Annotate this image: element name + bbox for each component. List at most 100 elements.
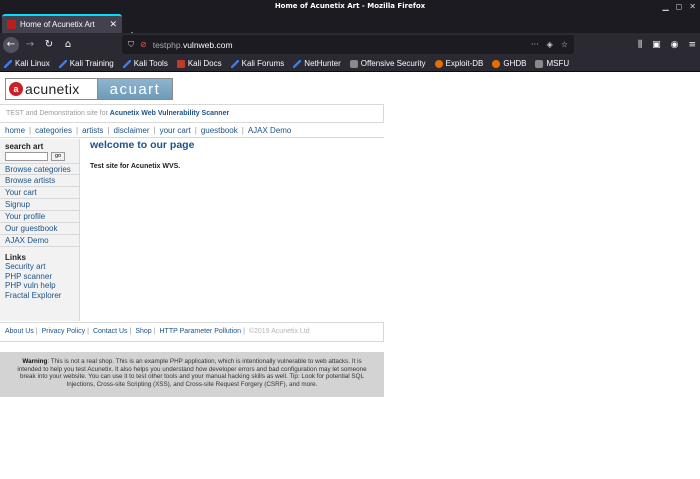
favicon-icon	[7, 20, 16, 29]
acuart-logo: acuart	[98, 79, 172, 99]
footer-shop[interactable]: Shop	[135, 328, 151, 335]
bookmark-kali-docs[interactable]: Kali Docs	[176, 59, 222, 68]
page-actions-icon[interactable]: ···	[531, 40, 539, 49]
sidebar-ajax-demo[interactable]: AJAX Demo	[0, 235, 79, 247]
footer-contact-us[interactable]: Contact Us	[93, 328, 128, 335]
link-php-scanner[interactable]: PHP scanner	[0, 272, 79, 282]
menu-ajax-demo[interactable]: AJAX Demo	[248, 126, 296, 135]
menu-your-cart[interactable]: your cart	[160, 126, 195, 135]
link-fractal-explorer[interactable]: Fractal Explorer	[0, 291, 79, 301]
url-text[interactable]: testphp.vulnweb.com	[153, 40, 531, 50]
acuart-logo-text: acuart	[109, 80, 161, 98]
sidebar-browse-artists[interactable]: Browse artists	[0, 175, 79, 187]
page-subtitle: Test site for Acunetix WVS.	[90, 163, 181, 170]
hamburger-menu-icon[interactable]: ≡	[688, 40, 696, 50]
kali-dragon-icon	[58, 59, 67, 68]
bookmark-kali-training[interactable]: Kali Training	[58, 59, 114, 68]
sidebar-toggle-icon[interactable]: ▣	[652, 40, 661, 50]
forward-button[interactable]: →	[22, 37, 38, 53]
sidebar-your-profile[interactable]: Your profile	[0, 211, 79, 223]
back-button[interactable]: ←	[3, 36, 19, 53]
offsec-icon	[535, 59, 544, 68]
maximize-icon[interactable]: ◻	[676, 0, 683, 13]
bookmark-kali-linux[interactable]: Kali Linux	[4, 59, 50, 68]
tab-home-of-acunetix-art[interactable]: Home of Acunetix Art ✕	[2, 14, 122, 33]
menu-separator: |	[76, 126, 79, 135]
acunetix-logo-icon: a	[9, 82, 23, 96]
minimize-icon[interactable]: ▁	[663, 0, 669, 13]
site-tagline: TEST and Demonstration site for Acunetix…	[0, 104, 384, 123]
kali-dragon-icon	[230, 59, 239, 68]
navigation-toolbar: ← → ↻ ⌂ ⛉ ⊘ testphp.vulnweb.com ··· ◈ ☆ …	[0, 33, 700, 56]
menu-separator: |	[107, 126, 110, 135]
bookmark-kali-forums[interactable]: Kali Forums	[230, 59, 284, 68]
link-security-art[interactable]: Security art	[0, 262, 79, 272]
sidebar-signup[interactable]: Signup	[0, 199, 79, 211]
bookmarks-toolbar: Kali Linux Kali Training Kali Tools Kali…	[0, 56, 700, 72]
footer-separator: |	[129, 328, 132, 335]
left-sidebar: search art go Browse categories Browse a…	[0, 139, 80, 321]
url-bar[interactable]: ⛉ ⊘ testphp.vulnweb.com ··· ◈ ☆	[122, 35, 574, 54]
search-go-button[interactable]: go	[51, 152, 66, 161]
footer-separator: |	[243, 328, 245, 335]
top-menu: home | categories | artists | disclaimer | y…	[0, 124, 384, 138]
menu-home[interactable]: home	[5, 126, 29, 135]
bookmark-offensive-security[interactable]: Offensive Security	[349, 59, 426, 68]
tab-close-icon[interactable]: ✕	[109, 20, 117, 30]
site-logo[interactable]: a acunetix acuart	[5, 78, 173, 100]
docs-icon	[176, 59, 185, 68]
footer-about-us[interactable]: About Us	[5, 328, 34, 335]
account-icon[interactable]: ◉	[671, 40, 679, 50]
menu-separator: |	[153, 126, 156, 135]
tagline-prefix: TEST and Demonstration site for	[6, 110, 108, 117]
bookmark-ghdb[interactable]: GHDB	[492, 59, 526, 68]
home-button[interactable]: ⌂	[60, 37, 76, 53]
bookmark-msfu[interactable]: MSFU	[535, 59, 569, 68]
bookmark-nethunter[interactable]: NetHunter	[293, 59, 341, 68]
window-titlebar: Home of Acunetix Art - Mozilla Firefox ▁…	[0, 0, 700, 13]
reload-button[interactable]: ↻	[41, 37, 57, 53]
library-icon[interactable]: ⫼	[638, 40, 642, 50]
pocket-icon[interactable]: ◈	[547, 40, 553, 49]
menu-categories[interactable]: categories	[35, 126, 76, 135]
menu-separator: |	[29, 126, 32, 135]
menu-artists[interactable]: artists	[82, 126, 107, 135]
tab-title: Home of Acunetix Art	[20, 20, 95, 29]
search-art-heading: search art	[5, 142, 44, 151]
bookmark-kali-tools[interactable]: Kali Tools	[122, 59, 168, 68]
tracking-shield-icon[interactable]: ⛉	[128, 40, 134, 50]
menu-separator: |	[241, 126, 244, 135]
close-window-icon[interactable]: ✕	[689, 0, 696, 13]
footer-separator: |	[87, 328, 89, 335]
toolbar-right: ⫼ ▣ ◉ ≡	[638, 36, 696, 53]
exploitdb-icon	[492, 59, 501, 68]
menu-guestbook[interactable]: guestbook	[201, 126, 242, 135]
warning-text: : This is not a real shop. This is an ex…	[17, 358, 367, 388]
offsec-icon	[349, 59, 358, 68]
bookmark-exploit-db[interactable]: Exploit-DB	[434, 59, 483, 68]
footer-links: About Us | Privacy Policy | Contact Us | Sh…	[0, 322, 384, 342]
warning-label: Warning	[22, 358, 48, 365]
links-heading: Links	[5, 253, 26, 262]
footer-privacy-policy[interactable]: Privacy Policy	[42, 328, 86, 335]
search-art-input[interactable]	[5, 152, 48, 161]
sidebar-your-cart[interactable]: Your cart	[0, 187, 79, 199]
footer-separator: |	[35, 328, 38, 335]
tagline-scanner-link[interactable]: Acunetix Web Vulnerability Scanner	[110, 110, 229, 117]
sidebar-browse-categories[interactable]: Browse categories	[0, 163, 79, 175]
sidebar-our-guestbook[interactable]: Our guestbook	[0, 223, 79, 235]
window-controls: ▁ ◻ ✕	[663, 0, 697, 13]
exploitdb-icon	[434, 59, 443, 68]
bookmark-star-icon[interactable]: ☆	[561, 40, 568, 49]
url-host-main: vulnweb.com	[182, 39, 233, 50]
window-title: Home of Acunetix Art - Mozilla Firefox	[274, 2, 426, 10]
search-form: go	[5, 152, 79, 161]
menu-disclaimer[interactable]: disclaimer	[114, 126, 154, 135]
footer-separator: |	[153, 328, 156, 335]
kali-dragon-icon	[4, 59, 12, 68]
footer-http-parameter-pollution[interactable]: HTTP Parameter Pollution	[159, 328, 241, 335]
link-php-vuln-help[interactable]: PHP vuln help	[0, 281, 79, 291]
page-content: a acunetix acuart TEST and Demonstration…	[0, 72, 700, 479]
insecure-lock-icon[interactable]: ⊘	[140, 40, 147, 49]
menu-separator: |	[194, 126, 197, 135]
